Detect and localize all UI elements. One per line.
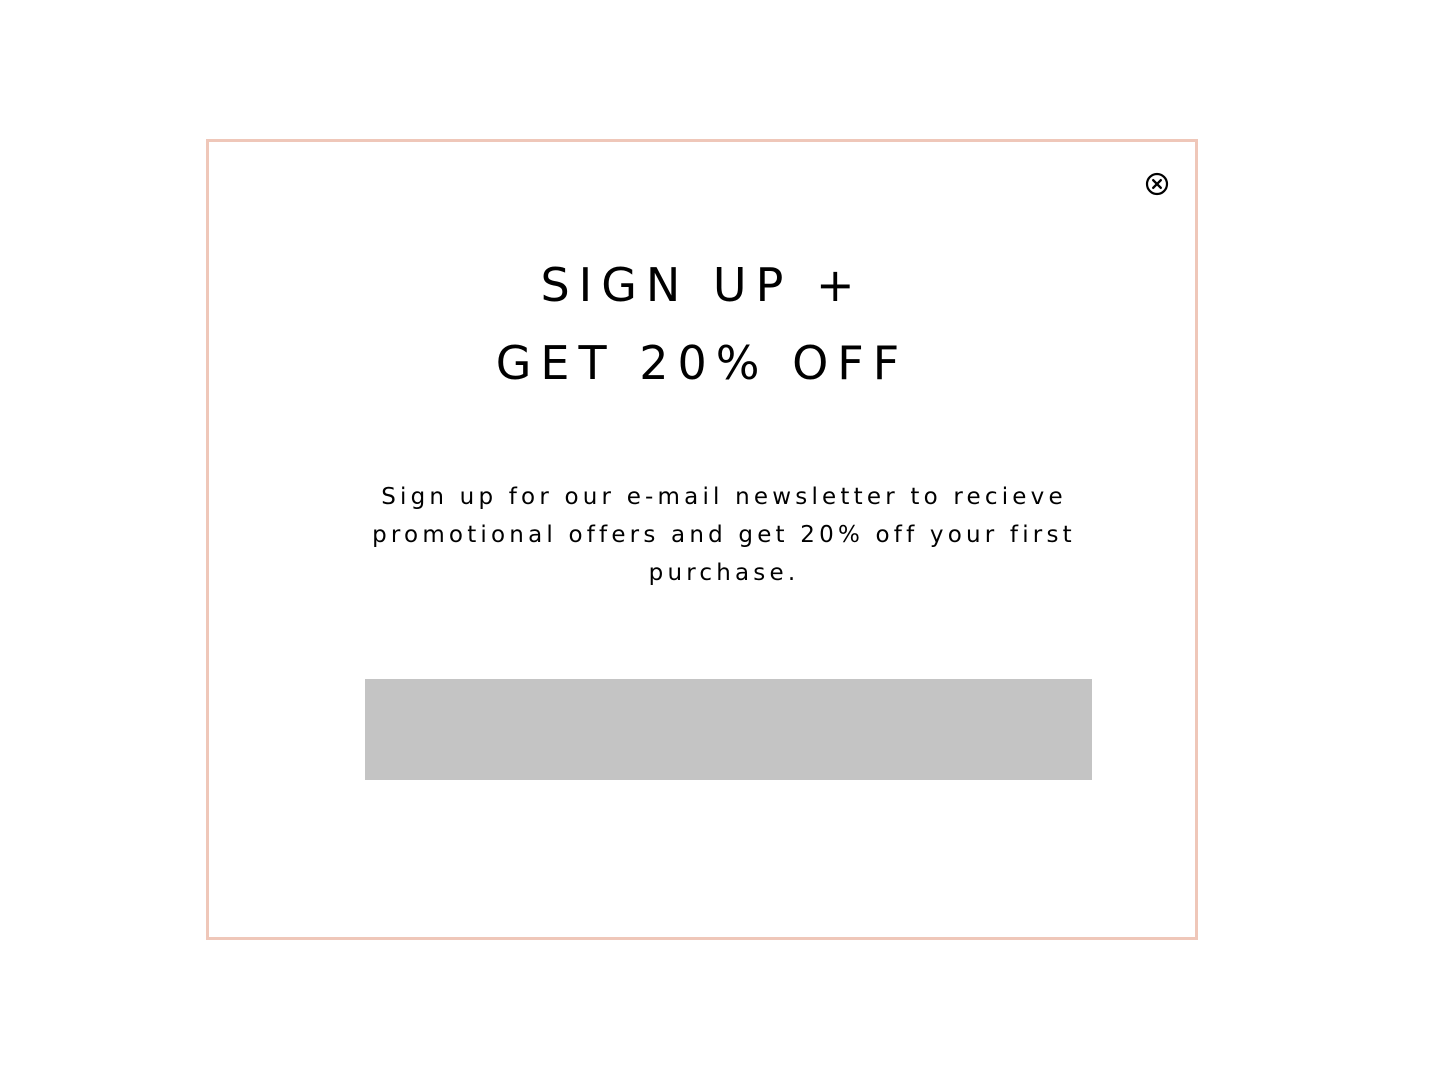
email-field[interactable] — [365, 679, 1092, 780]
close-circle-icon — [1144, 171, 1170, 197]
close-button[interactable] — [1144, 171, 1170, 197]
popup-headline-line2: GET 20% OFF — [495, 336, 909, 390]
popup-headline-line1: SIGN UP + — [540, 258, 864, 312]
popup-description: Sign up for our e-mail newsletter to rec… — [372, 484, 1076, 586]
signup-popup: SIGN UP + GET 20% OFF Sign up for our e-… — [206, 139, 1198, 940]
